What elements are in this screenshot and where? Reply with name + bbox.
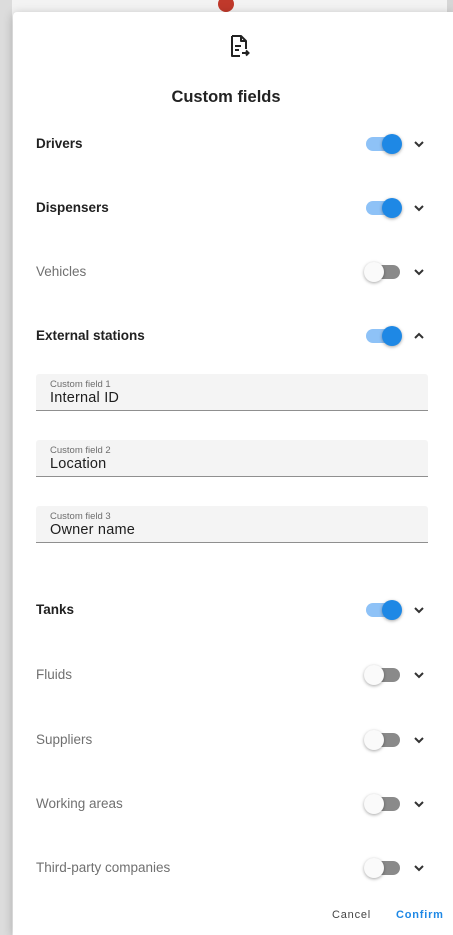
cancel-button[interactable]: Cancel	[332, 909, 371, 921]
custom-field-2-input[interactable]: Custom field 2 Location	[36, 440, 428, 477]
chevron-down-icon[interactable]	[412, 201, 426, 215]
chevron-down-icon[interactable]	[412, 603, 426, 617]
dialog-title: Custom fields	[171, 88, 281, 106]
section-vehicles: Vehicles	[36, 258, 444, 286]
section-drivers: Drivers	[36, 130, 444, 158]
custom-field-1-input[interactable]: Custom field 1 Internal ID	[36, 374, 428, 411]
toggle-working-areas[interactable]	[364, 794, 400, 814]
chevron-down-icon[interactable]	[412, 668, 426, 682]
chevron-down-icon[interactable]	[412, 797, 426, 811]
section-label-drivers: Drivers	[36, 136, 83, 151]
chevron-down-icon[interactable]	[412, 733, 426, 747]
custom-field-1-label: Custom field 1	[50, 379, 111, 390]
toggle-fluids[interactable]	[364, 665, 400, 685]
section-label-working-areas: Working areas	[36, 796, 123, 811]
background-logo	[218, 0, 308, 12]
chevron-down-icon[interactable]	[412, 137, 426, 151]
background-left-edge	[0, 0, 12, 935]
section-working-areas: Working areas	[36, 790, 444, 818]
document-export-icon	[231, 35, 250, 57]
section-suppliers: Suppliers	[36, 726, 444, 754]
custom-field-3-input[interactable]: Custom field 3 Owner name	[36, 506, 428, 543]
section-label-suppliers: Suppliers	[36, 732, 93, 747]
chevron-down-icon[interactable]	[412, 861, 426, 875]
section-fluids: Fluids	[36, 661, 444, 689]
toggle-tanks[interactable]	[366, 600, 402, 620]
confirm-button[interactable]: Confirm	[396, 909, 444, 921]
section-external-stations: External stations	[36, 322, 444, 350]
section-label-external-stations: External stations	[36, 328, 145, 343]
toggle-external-stations[interactable]	[366, 326, 402, 346]
toggle-dispensers[interactable]	[366, 198, 402, 218]
section-third-party-companies: Third-party companies	[36, 854, 444, 882]
section-dispensers: Dispensers	[36, 194, 444, 222]
section-label-third-party-companies: Third-party companies	[36, 860, 171, 875]
chevron-up-icon[interactable]	[412, 329, 426, 343]
section-label-fluids: Fluids	[36, 667, 73, 682]
toggle-third-party-companies[interactable]	[364, 858, 400, 878]
chevron-down-icon[interactable]	[412, 265, 426, 279]
custom-field-2-label: Custom field 2	[50, 445, 111, 456]
custom-field-1-value: Internal ID	[50, 390, 120, 406]
toggle-suppliers[interactable]	[364, 730, 400, 750]
custom-field-2-value: Location	[50, 456, 107, 472]
custom-field-3-value: Owner name	[50, 522, 136, 538]
toggle-vehicles[interactable]	[364, 262, 400, 282]
section-label-dispensers: Dispensers	[36, 200, 109, 215]
toggle-drivers[interactable]	[366, 134, 402, 154]
section-label-vehicles: Vehicles	[36, 264, 87, 279]
custom-field-3-label: Custom field 3	[50, 511, 111, 522]
section-label-tanks: Tanks	[36, 602, 75, 617]
section-tanks: Tanks	[36, 596, 444, 624]
custom-fields-dialog: Custom fields Drivers Dispensers Vehicle…	[13, 12, 453, 935]
